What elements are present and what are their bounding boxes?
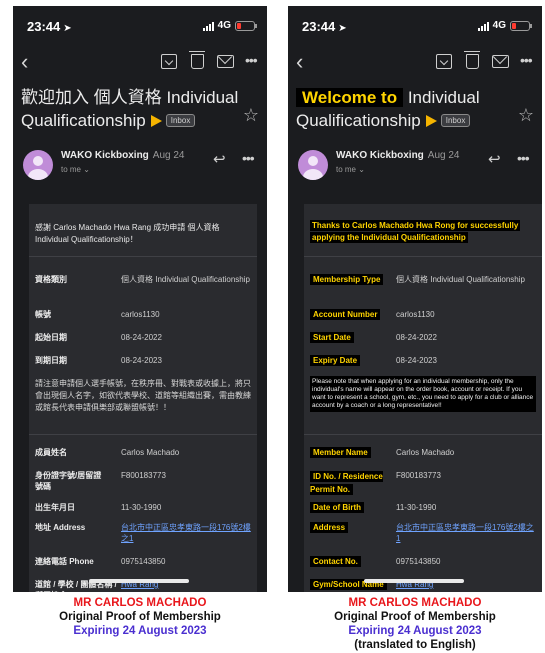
back-icon[interactable]: ‹ — [296, 50, 303, 74]
membership-note: 請注意申請個人選手帳號，在秩序冊、對戰表或收據上，將只會出現個人名字，如欲代表學… — [35, 379, 251, 412]
mark-unread-icon[interactable] — [492, 55, 509, 68]
location-arrow-icon: ➤ — [338, 23, 347, 34]
avatar[interactable] — [23, 150, 53, 180]
inbox-label-chip[interactable]: Inbox — [165, 114, 196, 127]
more-options-icon[interactable]: ••• — [245, 52, 258, 68]
row-expiry-date: Expiry Date 08-24-2023 — [310, 355, 538, 366]
row-start-date: 起始日期 08-24-2022 — [35, 333, 162, 342]
caption-proof: Original Proof of Membership — [59, 611, 221, 623]
screenshot-original: 23:44 ➤ 4G ‹ ••• 歡迎加入 個人資格 Individual Qua… — [13, 6, 267, 592]
home-indicator[interactable] — [89, 579, 189, 583]
network-type: 4G — [492, 20, 506, 31]
home-indicator[interactable] — [364, 579, 464, 583]
status-time: 23:44 ➤ — [27, 19, 72, 34]
location-arrow-icon: ➤ — [63, 23, 72, 34]
archive-icon[interactable] — [161, 54, 177, 69]
caption-expiry: Expiring 24 August 2023 — [73, 625, 207, 637]
sender-name: WAKO Kickboxing — [336, 150, 424, 161]
membership-note: Please note that when applying for an in… — [310, 376, 536, 412]
status-bar: 23:44 ➤ 4G — [288, 6, 542, 40]
reply-icon[interactable]: ↩ — [213, 150, 226, 168]
inbox-label-chip[interactable]: Inbox — [440, 114, 471, 127]
row-start-date: Start Date 08-24-2022 — [310, 332, 538, 343]
caption-name: MR CARLOS MACHADO — [73, 597, 207, 609]
trash-icon[interactable] — [189, 51, 205, 69]
archive-icon[interactable] — [436, 54, 452, 69]
caption-original: MR CARLOS MACHADO Original Proof of Memb… — [13, 596, 267, 638]
caption-name: MR CARLOS MACHADO — [348, 597, 482, 609]
row-membership-type: Membership Type 個人資格 Individual Qualifica… — [310, 274, 538, 285]
row-address: 地址 Address 台北市中正區忠孝東路一段176號2樓之1 — [35, 523, 251, 543]
network-type: 4G — [217, 20, 231, 31]
row-account-number: Account Number carlos1130 — [310, 309, 538, 320]
battery-icon — [235, 20, 257, 31]
mark-unread-icon[interactable] — [217, 55, 234, 68]
recipient-toggle[interactable]: to me ⌄ — [61, 165, 90, 174]
star-icon[interactable]: ☆ — [518, 105, 534, 126]
caption-translated: MR CARLOS MACHADO Original Proof of Memb… — [288, 596, 542, 652]
row-member-name: 成員姓名 Carlos Machado — [35, 448, 180, 457]
star-icon[interactable]: ☆ — [243, 105, 259, 126]
email-body-card: Thanks to Carlos Machado Hwa Rong for su… — [304, 204, 542, 592]
mail-toolbar: ‹ ••• — [288, 50, 542, 78]
address-link[interactable]: 台北市中正區忠孝東路一段176號2樓之1 — [396, 523, 534, 543]
important-marker-icon[interactable] — [150, 115, 162, 127]
screenshot-translated: 23:44 ➤ 4G ‹ ••• Welcome to Individual Qu… — [288, 6, 542, 592]
email-body-card: 感謝 Carlos Machado Hwa Rang 成功申請 個人資格 Ind… — [29, 204, 257, 592]
caption-translation-note: (translated to English) — [354, 639, 476, 651]
row-member-name: Member Name Carlos Machado — [310, 447, 538, 458]
row-date-of-birth: 出生年月日 11-30-1990 — [35, 503, 162, 512]
message-more-icon[interactable]: ••• — [242, 150, 255, 166]
back-icon[interactable]: ‹ — [21, 50, 28, 74]
trash-icon[interactable] — [464, 51, 480, 69]
mail-toolbar: ‹ ••• — [13, 50, 267, 78]
signal-icon — [202, 21, 214, 31]
battery-icon — [510, 20, 532, 31]
sent-date: Aug 24 — [427, 150, 460, 161]
address-link[interactable]: 台北市中正區忠孝東路一段176號2樓之1 — [121, 523, 251, 543]
caption-expiry: Expiring 24 August 2023 — [348, 625, 482, 637]
row-date-of-birth: Date of Birth 11-30-1990 — [310, 502, 538, 513]
subject-highlight: Welcome to — [296, 88, 404, 107]
row-id-number: 身份證字號/居留證號碼 F800183773 — [35, 471, 166, 491]
signal-icon — [477, 21, 489, 31]
intro-text: 感謝 Carlos Machado Hwa Rang 成功申請 個人資格 Ind… — [35, 223, 220, 244]
intro-text: Thanks to Carlos Machado Hwa Rong for su… — [310, 220, 521, 243]
row-contact: Contact No. 0975143850 — [310, 556, 538, 567]
row-account-number: 帳號 carlos1130 — [35, 310, 160, 319]
avatar[interactable] — [298, 150, 328, 180]
row-contact: 連絡電話 Phone 0975143850 — [35, 557, 166, 566]
recipient-toggle[interactable]: to me ⌄ — [336, 165, 365, 174]
sent-date: Aug 24 — [152, 150, 185, 161]
more-options-icon[interactable]: ••• — [520, 52, 533, 68]
sender-header: WAKO Kickboxing Aug 24 to me ⌄ ↩ ••• — [288, 146, 542, 186]
row-address: Address 台北市中正區忠孝東路一段176號2樓之1 — [310, 522, 538, 544]
caption-proof: Original Proof of Membership — [334, 611, 496, 623]
email-subject: Welcome to Individual Qualificationship I… — [296, 88, 480, 130]
status-bar: 23:44 ➤ 4G — [13, 6, 267, 40]
reply-icon[interactable]: ↩ — [488, 150, 501, 168]
sender-name: WAKO Kickboxing — [61, 150, 149, 161]
row-id-number: ID No. / Residence Permit No. F800183773 — [310, 471, 441, 495]
important-marker-icon[interactable] — [425, 115, 437, 127]
row-membership-type: 資格類別 個人資格 Individual Qualificationship — [35, 275, 250, 284]
row-expiry-date: 到期日期 08-24-2023 — [35, 356, 162, 365]
status-time: 23:44 ➤ — [302, 19, 347, 34]
email-subject: 歡迎加入 個人資格 Individual Qualificationship In… — [21, 88, 239, 130]
sender-header: WAKO Kickboxing Aug 24 to me ⌄ ↩ ••• — [13, 146, 267, 186]
message-more-icon[interactable]: ••• — [517, 150, 530, 166]
